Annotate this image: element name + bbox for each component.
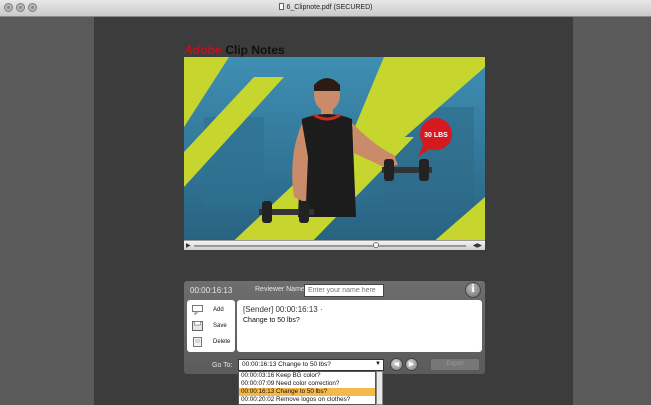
video-frame: 30 LBS bbox=[184, 57, 485, 250]
goto-dropdown-list[interactable]: 00:00:03:16 Keep BG color? 00:00:07:09 N… bbox=[238, 371, 376, 405]
goto-option[interactable]: 00:00:20:02 Remove logos on clothes? bbox=[239, 396, 375, 404]
next-note-button[interactable]: ▶ bbox=[405, 358, 418, 371]
volume-icon[interactable]: ◀▶ bbox=[473, 242, 482, 249]
scrub-handle[interactable] bbox=[373, 242, 380, 248]
scrub-track[interactable] bbox=[194, 245, 466, 247]
clip-notes-header: Adobe Clip Notes bbox=[184, 43, 285, 57]
previous-note-button[interactable]: ◀ bbox=[390, 358, 403, 371]
goto-option[interactable]: 00:00:03:16 Keep BG color? bbox=[239, 372, 375, 380]
play-icon[interactable]: ▶ bbox=[186, 242, 191, 249]
arrow-left-icon: ◀ bbox=[393, 361, 400, 368]
dropdown-scrollbar[interactable] bbox=[376, 371, 383, 405]
info-icon[interactable]: i bbox=[465, 282, 481, 298]
current-timecode: 00:00:16:13 bbox=[190, 286, 233, 295]
save-note-button[interactable]: Save bbox=[191, 320, 233, 334]
note-sender-line: [Sender] 00:00:16:13 · bbox=[243, 305, 323, 314]
export-button[interactable]: Export bbox=[430, 358, 480, 371]
viewer-left-margin bbox=[0, 17, 94, 405]
goto-selected-value: 00:00:16:13 Change to 50 lbs? bbox=[242, 361, 331, 368]
note-tools: Add Save Delete bbox=[187, 300, 235, 352]
add-note-button[interactable]: Add bbox=[191, 304, 233, 318]
reviewer-name-label: Reviewer Name bbox=[255, 286, 305, 293]
adobe-logo-text: Adobe bbox=[184, 43, 222, 57]
chevron-down-icon[interactable]: ▼ bbox=[375, 361, 381, 367]
save-note-icon bbox=[192, 321, 203, 331]
pdf-file-icon bbox=[278, 3, 284, 10]
window-title: 6_Clipnote.pdf (SECURED) bbox=[0, 3, 651, 11]
viewer-right-margin bbox=[573, 17, 651, 405]
video-player[interactable]: 30 LBS bbox=[184, 57, 485, 250]
video-scrubber[interactable]: ▶ ◀▶ bbox=[184, 240, 485, 250]
delete-note-button[interactable]: Delete bbox=[191, 336, 233, 350]
weight-badge-text: 30 LBS bbox=[424, 132, 448, 139]
arrow-right-icon: ▶ bbox=[408, 361, 415, 368]
note-text[interactable]: Change to 50 lbs? bbox=[243, 317, 300, 324]
goto-select[interactable]: 00:00:16:13 Change to 50 lbs? ▼ bbox=[238, 359, 384, 371]
add-note-icon bbox=[192, 305, 203, 315]
goto-option-selected[interactable]: 00:00:16:13 Change to 50 lbs? bbox=[239, 388, 375, 396]
window-titlebar: 6_Clipnote.pdf (SECURED) bbox=[0, 0, 651, 17]
goto-option[interactable]: 00:00:07:09 Need color correction? bbox=[239, 380, 375, 388]
reviewer-name-input[interactable] bbox=[304, 284, 384, 297]
clip-notes-title: Clip Notes bbox=[225, 43, 285, 57]
goto-label: Go To: bbox=[212, 362, 233, 369]
delete-note-icon bbox=[193, 337, 202, 347]
